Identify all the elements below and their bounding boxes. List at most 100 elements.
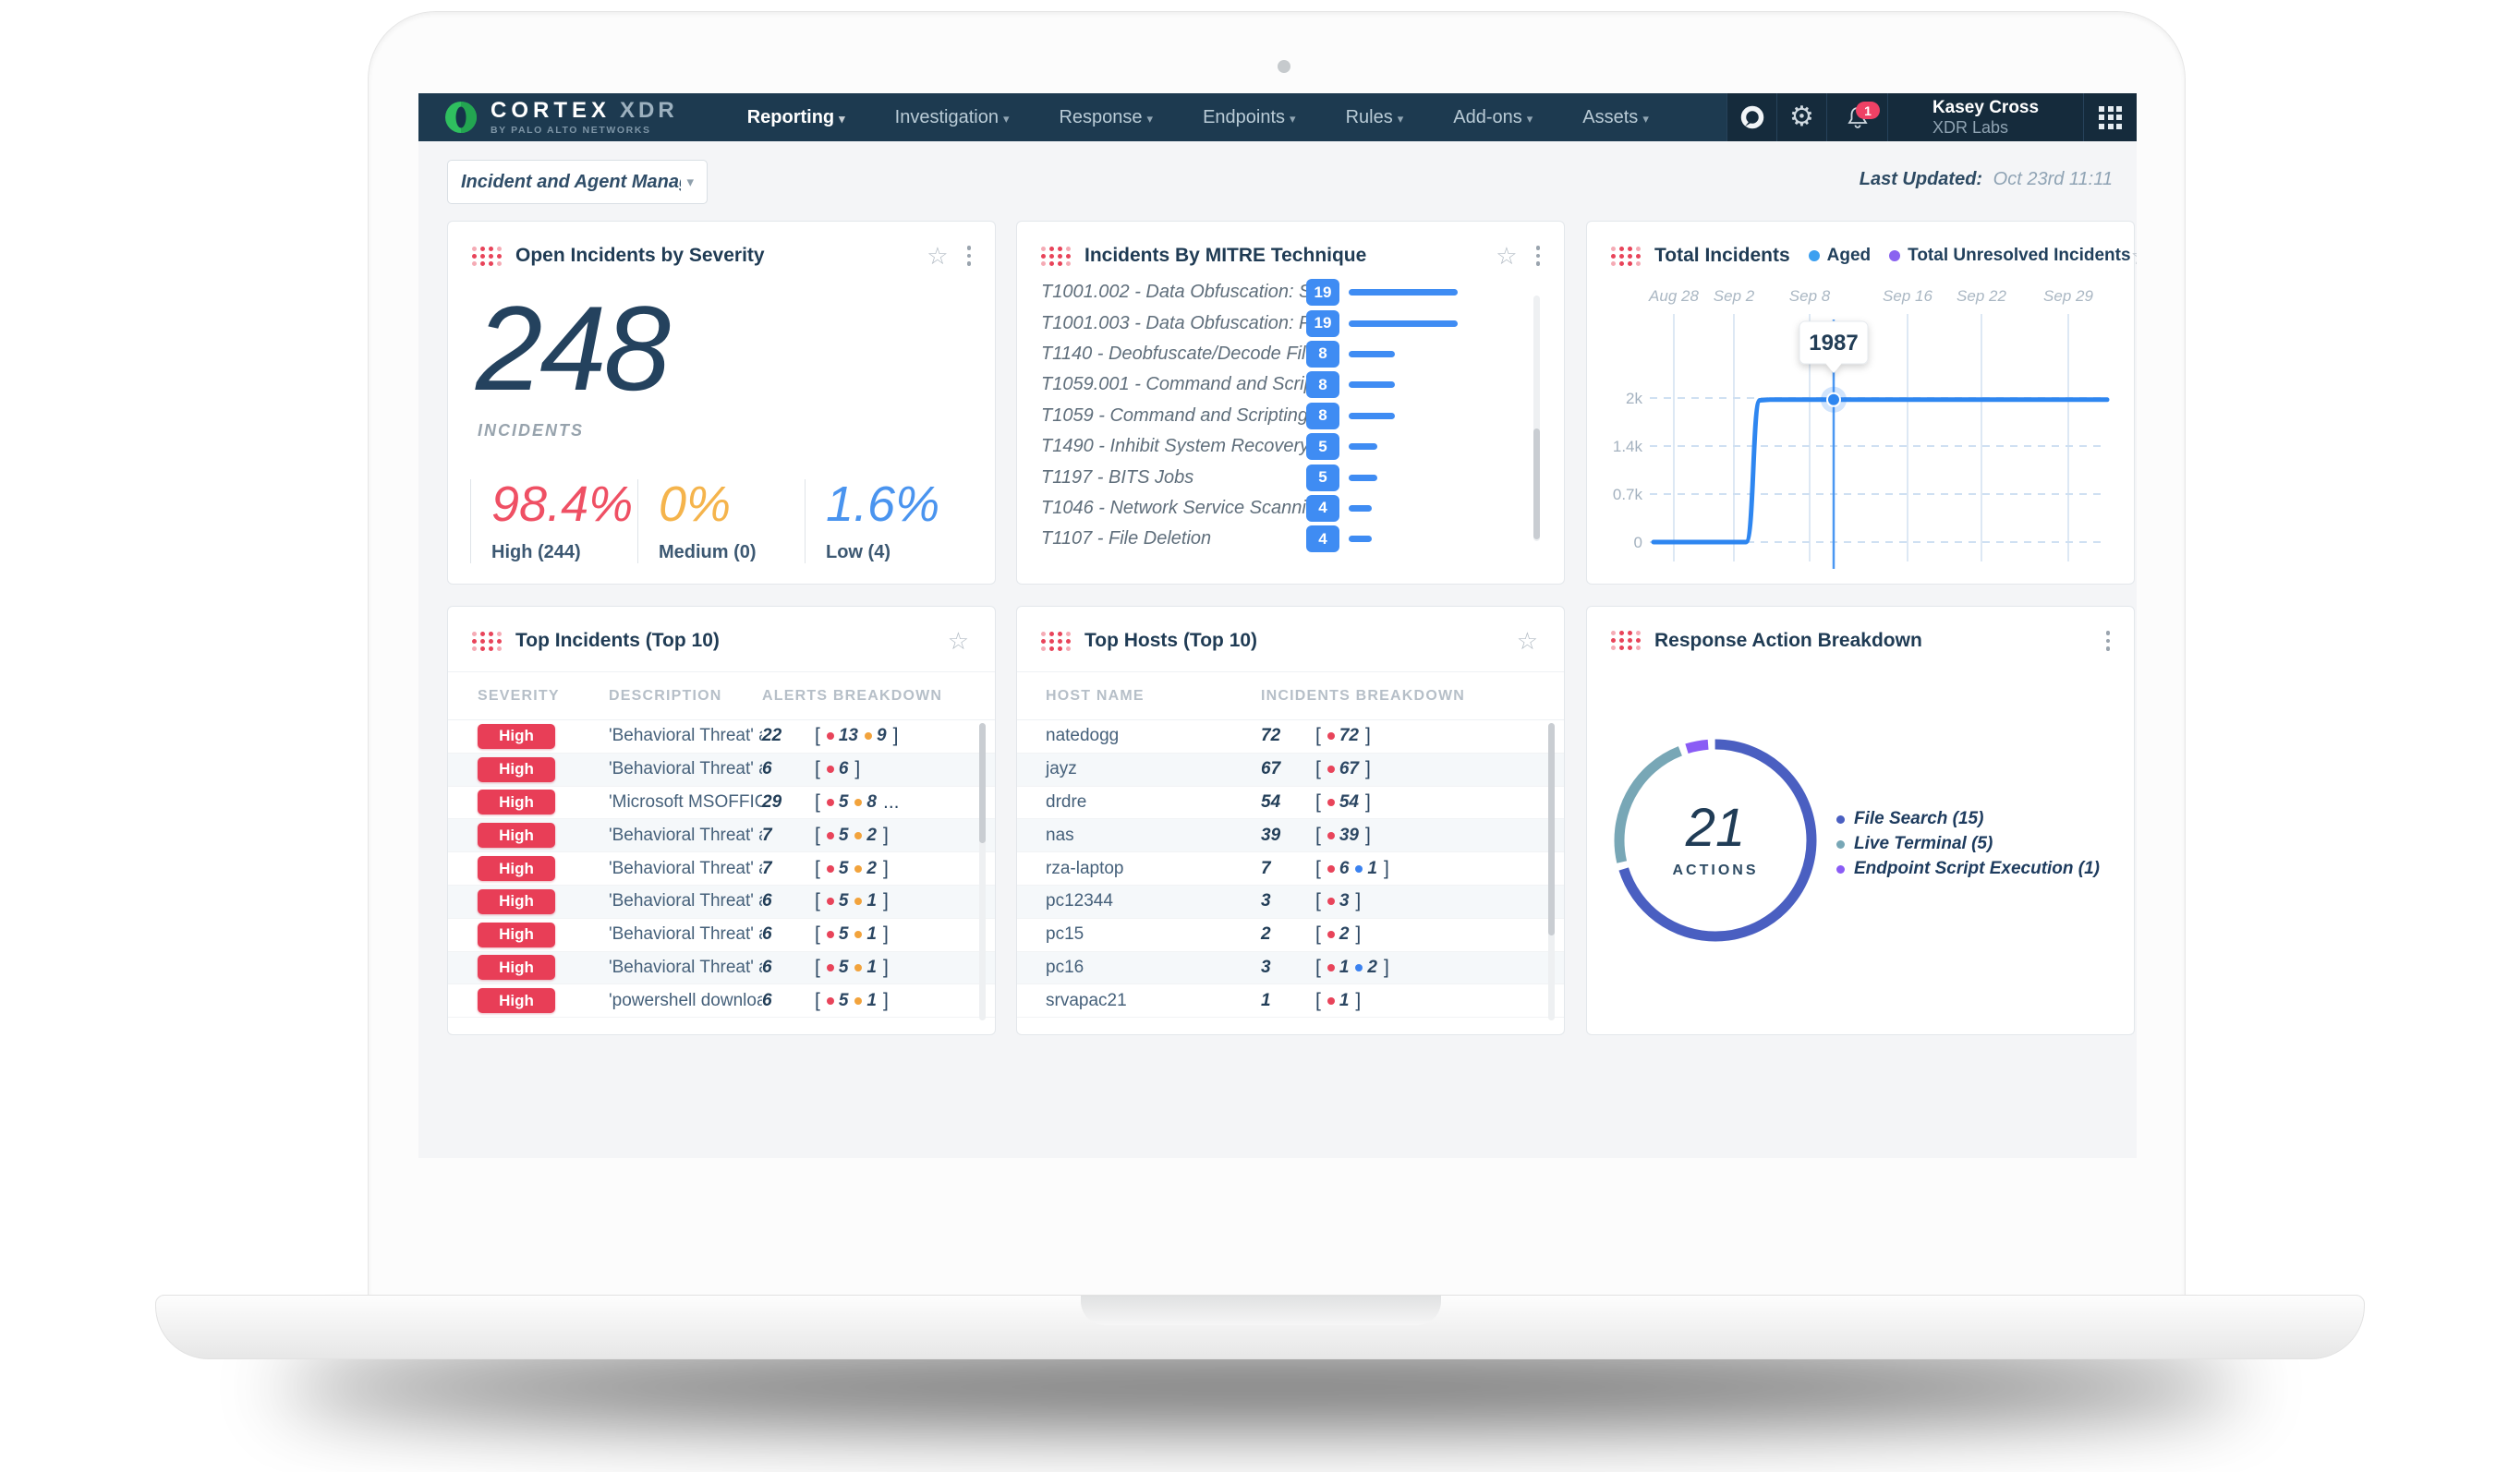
mitre-row[interactable]: T1001.003 - Data Obfuscation: Protocol..…	[1017, 308, 1564, 338]
scrollbar-thumb[interactable]	[1548, 723, 1555, 935]
cortex-logo-icon	[442, 99, 479, 136]
svg-text:Sep 29: Sep 29	[2043, 287, 2093, 305]
top-incidents-table: High'Behavioral Threat' al...22[139] Hig…	[448, 720, 995, 1018]
marker-point	[1827, 393, 1840, 406]
table-row[interactable]: High'Behavioral Threat' al...6[6]	[448, 754, 995, 787]
user-menu[interactable]: Kasey Cross XDR Labs	[1887, 93, 2083, 141]
app-screen: CORTEX XDR BY PALO ALTO NETWORKS Reporti…	[418, 93, 2137, 1158]
card-title: Top Hosts (Top 10)	[1084, 630, 1257, 652]
chevron-down-icon: ▾	[1147, 112, 1154, 126]
chevron-down-icon: ▾	[1398, 112, 1404, 126]
mitre-row[interactable]: T1046 - Network Service Scanning4	[1017, 493, 1564, 524]
scrollbar-thumb[interactable]	[979, 723, 986, 843]
nav-menu-rules[interactable]: Rules▾	[1321, 107, 1429, 128]
scrollbar[interactable]	[1533, 296, 1540, 541]
table-row[interactable]: nas39[39]	[1017, 819, 1564, 852]
table-row[interactable]: rza-laptop7[61]	[1017, 852, 1564, 886]
widget-handle-icon	[1041, 247, 1072, 266]
favorite-star-icon[interactable]: ☆	[1496, 244, 1517, 268]
laptop-base	[155, 1295, 2365, 1359]
chevron-down-icon: ▾	[839, 112, 845, 126]
notifications-bell[interactable]: 1	[1826, 93, 1887, 141]
dashboard-selector-dropdown[interactable]: Incident and Agent Management ... ▾	[447, 160, 708, 204]
count-badge: 19	[1306, 279, 1339, 306]
table-row[interactable]: natedogg72[72]	[1017, 720, 1564, 754]
table-row[interactable]: High'Behavioral Threat' al...6[51]	[448, 886, 995, 919]
mitre-row[interactable]: T1490 - Inhibit System Recovery5	[1017, 431, 1564, 462]
widget-handle-icon	[1611, 247, 1642, 266]
bar	[1349, 413, 1395, 419]
svg-text:0.7k: 0.7k	[1613, 486, 1643, 503]
nav-menu-reporting[interactable]: Reporting▾	[722, 107, 870, 128]
query-circle-icon	[1739, 104, 1765, 130]
table-row[interactable]: High'powershell download...6[51]	[448, 984, 995, 1018]
legend-item-total-unresolved[interactable]: Total Unresolved Incidents	[1889, 246, 2130, 266]
settings-gear-icon[interactable]: ⚙	[1776, 93, 1826, 141]
table-row[interactable]: drdre54[54]	[1017, 787, 1564, 820]
nav-menu-endpoints[interactable]: Endpoints▾	[1178, 107, 1321, 128]
stat-high: 98.4% High (244)	[470, 479, 637, 563]
mitre-row[interactable]: T1140 - Deobfuscate/Decode Files or Inf.…	[1017, 339, 1564, 369]
card-title: Total Incidents	[1654, 245, 1790, 267]
card-title: Open Incidents by Severity	[515, 245, 765, 267]
table-row[interactable]: High'Behavioral Threat' al...7[52]	[448, 852, 995, 886]
favorite-star-icon[interactable]: ☆	[927, 244, 948, 268]
table-row[interactable]: pc123443[3]	[1017, 886, 1564, 919]
card-incidents-by-mitre-technique: Incidents By MITRE Technique ☆ T1001.002…	[1016, 221, 1565, 585]
mitre-row[interactable]: T1059 - Command and Scripting Interpr...…	[1017, 401, 1564, 431]
table-row[interactable]: High'Behavioral Threat' al...22[139]	[448, 720, 995, 754]
nav-menus: Reporting▾ Investigation▾ Response▾ Endp…	[722, 93, 1674, 141]
nav-menu-response[interactable]: Response▾	[1034, 107, 1178, 128]
scrollbar-thumb[interactable]	[1533, 428, 1540, 539]
widget-handle-icon	[472, 247, 503, 266]
kebab-menu-icon[interactable]	[2104, 629, 2113, 653]
mitre-row[interactable]: T1197 - BITS Jobs5	[1017, 462, 1564, 492]
mitre-row[interactable]: T1107 - File Deletion4	[1017, 524, 1564, 554]
laptop-frame: CORTEX XDR BY PALO ALTO NETWORKS Reporti…	[368, 11, 2186, 1297]
legend-item-endpoint-script-execution[interactable]: Endpoint Script Execution (1)	[1836, 859, 2100, 879]
table-row[interactable]: High'Behavioral Threat' al...6[51]	[448, 919, 995, 952]
nav-menu-investigation[interactable]: Investigation▾	[870, 107, 1035, 128]
mitre-row[interactable]: T1059.001 - Command and Scripting Int...…	[1017, 369, 1564, 400]
scrollbar[interactable]	[979, 723, 986, 1020]
user-org: XDR Labs	[1932, 118, 2039, 138]
table-row[interactable]: High'Behavioral Threat' al...6[51]	[448, 952, 995, 985]
brand-logo[interactable]: CORTEX XDR BY PALO ALTO NETWORKS	[418, 99, 678, 136]
card-title: Response Action Breakdown	[1654, 630, 1922, 652]
favorite-star-icon[interactable]: ☆	[2131, 244, 2137, 268]
legend-dot	[1836, 840, 1845, 849]
legend-item-file-search[interactable]: File Search (15)	[1836, 809, 2100, 829]
mitre-row[interactable]: T1001.002 - Data Obfuscation: Stegano...…	[1017, 277, 1564, 308]
laptop-shadow	[277, 1350, 2245, 1424]
table-row[interactable]: pc152[2]	[1017, 919, 1564, 952]
scrollbar[interactable]	[1548, 723, 1555, 1020]
brand-suffix: XDR	[620, 100, 678, 122]
nav-menu-assets[interactable]: Assets▾	[1557, 107, 1674, 128]
chevron-down-icon: ▾	[1527, 112, 1533, 126]
query-builder-icon[interactable]	[1726, 93, 1776, 141]
table-header: SEVERITY DESCRIPTION ALERTS BREAKDOWN	[448, 672, 995, 720]
mitre-technique-list: T1001.002 - Data Obfuscation: Stegano...…	[1017, 277, 1564, 555]
table-row[interactable]: High'Behavioral Threat' al...7[52]	[448, 819, 995, 852]
table-row[interactable]: jayz67[67]	[1017, 754, 1564, 787]
bar	[1349, 475, 1377, 481]
svg-text:Sep 8: Sep 8	[1789, 287, 1831, 305]
favorite-star-icon[interactable]: ☆	[1517, 629, 1538, 653]
legend-item-live-terminal[interactable]: Live Terminal (5)	[1836, 834, 2100, 854]
kebab-menu-icon[interactable]	[965, 244, 974, 268]
favorite-star-icon[interactable]: ☆	[948, 629, 969, 653]
card-top-incidents: Top Incidents (Top 10) ☆ SEVERITY DESCRI…	[447, 606, 996, 1035]
table-row[interactable]: High'Microsoft MSOFFIC...29[58...	[448, 787, 995, 820]
svg-text:0: 0	[1634, 534, 1642, 551]
count-badge: 8	[1306, 341, 1339, 368]
table-row[interactable]: srvapac211[1]	[1017, 984, 1564, 1018]
legend-item-aged[interactable]: Aged	[1809, 246, 1872, 266]
table-header: HOST NAME INCIDENTS BREAKDOWN	[1017, 672, 1564, 720]
app-switcher-grid-icon[interactable]	[2083, 93, 2137, 141]
user-name: Kasey Cross	[1932, 98, 2039, 118]
kebab-menu-icon[interactable]	[1534, 244, 1543, 268]
svg-text:Aug 28: Aug 28	[1648, 287, 1699, 305]
nav-menu-addons[interactable]: Add-ons▾	[1428, 107, 1557, 128]
chevron-down-icon: ▾	[1290, 112, 1296, 126]
table-row[interactable]: pc163[12]	[1017, 952, 1564, 985]
